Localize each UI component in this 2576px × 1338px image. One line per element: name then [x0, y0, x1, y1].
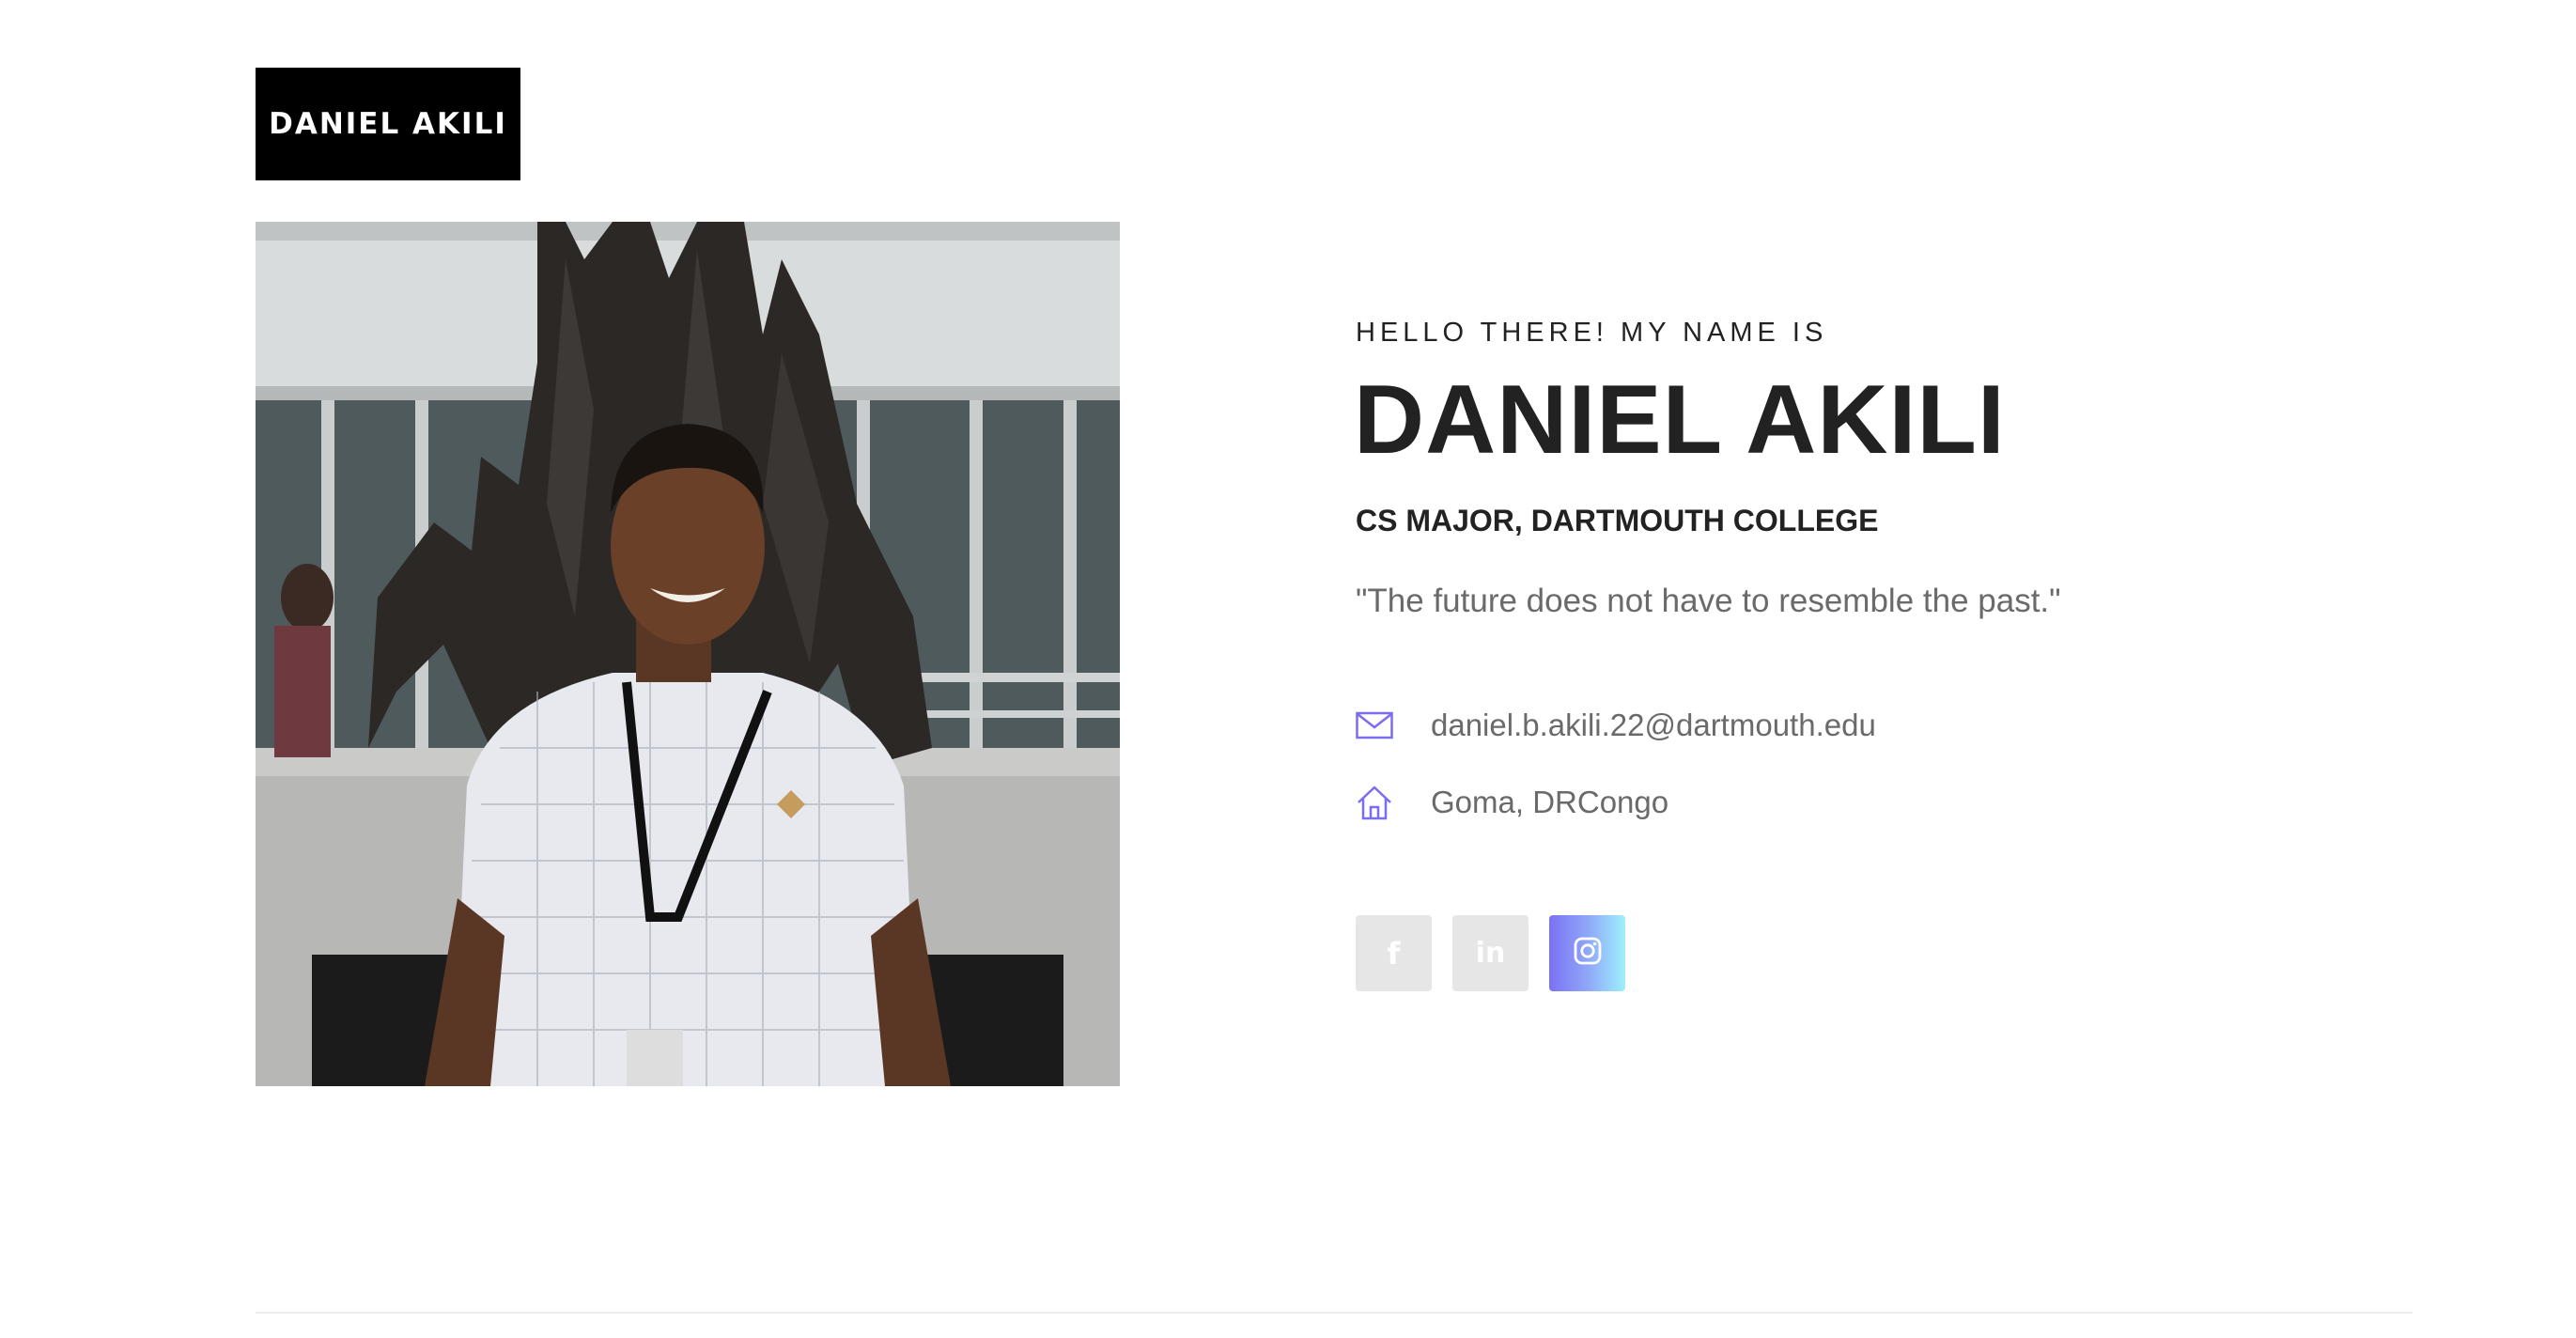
- contact-email[interactable]: daniel.b.akili.22@dartmouth.edu: [1356, 707, 1876, 744]
- facebook-icon: f: [1387, 935, 1401, 972]
- instagram-button[interactable]: [1549, 915, 1625, 991]
- email-text: daniel.b.akili.22@dartmouth.edu: [1431, 708, 1876, 742]
- mail-icon: [1356, 707, 1393, 744]
- social-links: f in: [1356, 915, 1625, 991]
- home-icon: [1356, 784, 1393, 821]
- contact-address: Goma, DRCongo: [1356, 784, 1668, 821]
- role-subtitle: CS MAJOR, DARTMOUTH COLLEGE: [1356, 504, 1879, 537]
- greeting-text: HELLO THERE! MY NAME IS: [1356, 318, 1828, 348]
- linkedin-button[interactable]: in: [1452, 915, 1529, 991]
- profile-photo: [256, 222, 1120, 1086]
- section-divider: [256, 1312, 2413, 1314]
- linkedin-icon: in: [1475, 936, 1506, 970]
- address-text: Goma, DRCongo: [1431, 785, 1669, 819]
- site-logo[interactable]: DANIEL AKILI: [256, 68, 520, 180]
- logo-text: DANIEL AKILI: [269, 107, 507, 141]
- portfolio-page: DANIEL AKILI HELLO THERE! MY NAME IS DAN…: [0, 0, 2576, 1338]
- hero-name: DANIEL AKILI: [1354, 366, 2006, 475]
- instagram-icon: [1574, 937, 1602, 970]
- quote-text: "The future does not have to resemble th…: [1356, 583, 2061, 619]
- facebook-button[interactable]: f: [1356, 915, 1432, 991]
